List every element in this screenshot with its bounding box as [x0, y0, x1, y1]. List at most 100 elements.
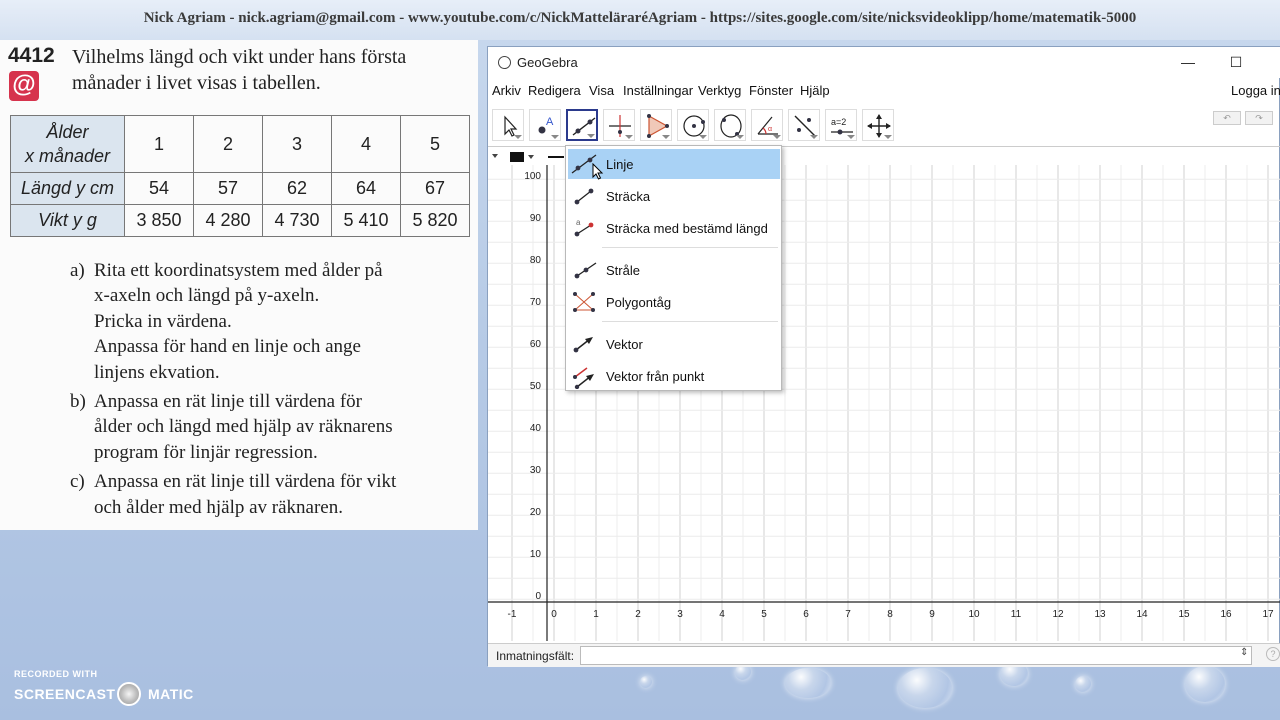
polygon-tool-button[interactable] — [640, 109, 672, 141]
y-tick-label: 90 — [530, 213, 542, 224]
table-cell: 4 730 — [262, 204, 332, 237]
move-view-tool-button[interactable] — [862, 109, 894, 141]
move-tool-button[interactable] — [492, 109, 524, 141]
chevron-down-icon — [884, 135, 892, 139]
x-tick-label: 3 — [677, 609, 683, 620]
bubble-decoration — [898, 668, 952, 708]
slider-tool-text: a=2 — [831, 117, 846, 127]
task-line: linjens ekvation. — [94, 361, 220, 383]
exercise-title-line: Vilhelms längd och vikt under hans först… — [72, 46, 407, 68]
table-cell: 5 — [400, 115, 470, 173]
dropdown-item-vektor-fran-punkt[interactable]: Vektor från punkt — [568, 361, 780, 391]
watermark-recorded: RECORDED WITH — [14, 669, 98, 679]
y-tick-label: 40 — [530, 423, 542, 434]
bubble-decoration — [785, 668, 831, 698]
style-bar-toggle-icon — [492, 154, 498, 158]
dropdown-item-polygontag[interactable]: Polygontåg — [568, 287, 780, 317]
slider-tool-button[interactable]: a=2 — [825, 109, 857, 141]
point-tool-button[interactable]: A — [529, 109, 561, 141]
x-tick-label: 14 — [1136, 609, 1148, 620]
chevron-down-icon — [810, 135, 818, 139]
watermark-screencast: SCREENCAST — [14, 686, 116, 702]
dropdown-item-strale[interactable]: Stråle — [568, 255, 780, 285]
dropdown-item-label: Linje — [606, 157, 634, 172]
style-bar-controls — [492, 152, 564, 162]
table-header-line: Ålder — [46, 122, 89, 142]
table-cell: 3 — [262, 115, 332, 173]
svg-text:a: a — [576, 218, 581, 227]
x-tick-label: 13 — [1094, 609, 1106, 620]
task-label: a) — [70, 260, 85, 281]
dropdown-item-stracka[interactable]: Sträcka — [568, 181, 780, 211]
menu-visa[interactable]: Visa — [589, 83, 614, 98]
table-cell: 1 — [124, 115, 194, 173]
y-tick-label: 80 — [530, 255, 542, 266]
menu-fonster[interactable]: Fönster — [749, 83, 793, 98]
table-header-cell: Vikt y g — [10, 204, 125, 237]
menu-installningar[interactable]: Inställningar — [623, 83, 693, 98]
undo-button[interactable]: ↶ — [1213, 111, 1241, 125]
login-link[interactable]: Logga in — [1231, 83, 1280, 98]
task-line: program för linjär regression. — [94, 441, 318, 463]
input-field[interactable] — [580, 646, 1252, 665]
chevron-down-icon — [736, 135, 744, 139]
input-history-icon[interactable]: ⇕ — [1240, 647, 1248, 658]
menu-arkiv[interactable]: Arkiv — [492, 83, 521, 98]
toolbar: A α a=2 — [488, 107, 1280, 145]
redo-button[interactable]: ↷ — [1245, 111, 1273, 125]
input-label: Inmatningsfält: — [496, 649, 575, 663]
circle-tool-button[interactable] — [677, 109, 709, 141]
chevron-down-icon — [587, 134, 595, 138]
window-title: GeoGebra — [517, 55, 578, 70]
table-cell: 3 850 — [124, 204, 194, 237]
task-label: c) — [70, 471, 85, 493]
bubble-decoration — [1075, 676, 1091, 692]
line-tool-button[interactable] — [566, 109, 598, 141]
x-tick-label: 8 — [887, 609, 893, 620]
task-line: Anpassa för hand en linje och ange — [94, 336, 361, 358]
svg-text:α: α — [768, 126, 772, 133]
task-line: Anpassa en rät linje till värdena för — [94, 391, 363, 413]
task-a: a) Rita ett koordinatsystem med ålder på… — [70, 258, 470, 385]
minimize-button[interactable]: — — [1168, 51, 1208, 73]
menu-redigera[interactable]: Redigera — [528, 83, 581, 98]
chevron-down-icon — [551, 135, 559, 139]
menu-hjalp[interactable]: Hjälp — [800, 83, 830, 98]
y-tick-label: 50 — [530, 381, 542, 392]
maximize-button[interactable]: ☐ — [1216, 51, 1256, 73]
exercise-mark-icon: @ — [9, 71, 39, 101]
chevron-down-icon — [514, 135, 522, 139]
task-line: Rita ett koordinatsystem med ålder på — [94, 260, 383, 281]
window-titlebar[interactable]: GeoGebra — ☐ — [488, 47, 1280, 78]
task-line: Pricka in värdena. — [94, 310, 232, 332]
angle-tool-button[interactable]: α — [751, 109, 783, 141]
undo-redo-area: ↶ ↷ — [1213, 109, 1273, 143]
chevron-down-icon — [625, 135, 633, 139]
dropdown-item-label: Polygontåg — [606, 295, 672, 310]
table-cell: 5 410 — [331, 204, 401, 237]
y-tick-label: 20 — [530, 507, 542, 518]
textbook-page: 4412 @ Vilhelms längd och vikt under han… — [0, 40, 478, 530]
reflect-tool-button[interactable] — [788, 109, 820, 141]
x-tick-label: 5 — [761, 609, 767, 620]
dropdown-item-vektor[interactable]: Vektor — [568, 329, 780, 359]
table-header-line: x månader — [24, 146, 111, 166]
table-cell: 4 280 — [193, 204, 263, 237]
task-line: och ålder med hjälp av räknaren. — [94, 496, 343, 518]
screencast-logo-icon — [117, 682, 141, 706]
perpendicular-tool-button[interactable] — [603, 109, 635, 141]
circle-through-points-tool-button[interactable] — [714, 109, 746, 141]
y-tick-label: 0 — [535, 591, 541, 602]
menu-bar: Arkiv Redigera Visa Inställningar Verkty… — [488, 80, 1280, 102]
table-header-cell: Längd y cm — [10, 172, 125, 205]
table-row: Längd y cm 54 57 62 64 67 — [10, 172, 470, 205]
chevron-down-icon — [773, 135, 781, 139]
table-cell: 67 — [400, 172, 470, 205]
help-icon[interactable]: ? — [1266, 647, 1280, 661]
menu-verktyg[interactable]: Verktyg — [698, 83, 741, 98]
table-header-cell: Ålder x månader — [10, 115, 125, 173]
x-tick-label: 10 — [968, 609, 980, 620]
table-cell: 64 — [331, 172, 401, 205]
dropdown-item-stracka-bestamd[interactable]: a Sträcka med bestämd längd — [568, 213, 780, 243]
y-tick-label: 60 — [530, 339, 542, 350]
